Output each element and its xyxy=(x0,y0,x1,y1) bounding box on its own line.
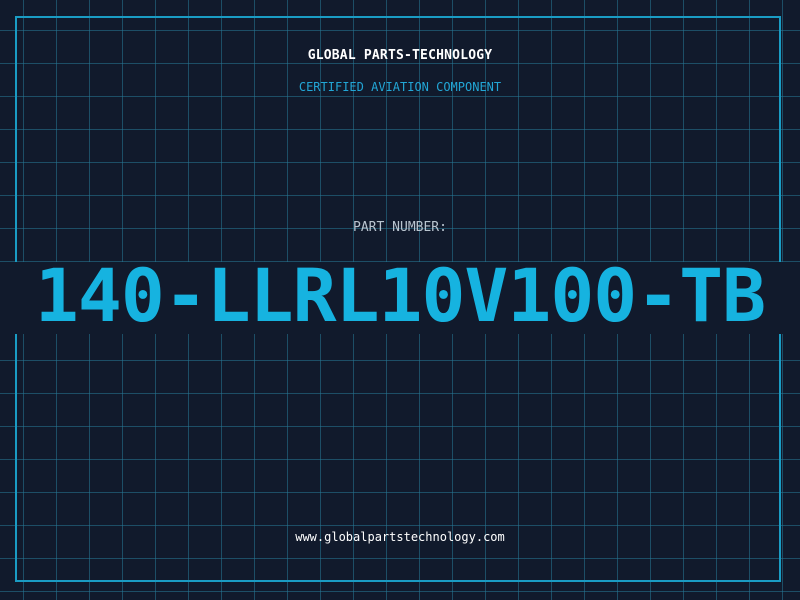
certification-tagline: CERTIFIED AVIATION COMPONENT xyxy=(298,80,502,94)
website-url: www.globalpartstechnology.com xyxy=(295,530,505,544)
part-number-label: PART NUMBER: xyxy=(353,220,447,235)
part-number-value: 140-LLRL10V100-TB xyxy=(34,254,766,339)
company-name: GLOBAL PARTS-TECHNOLOGY xyxy=(307,48,493,63)
part-card: GLOBAL PARTS-TECHNOLOGY CERTIFIED AVIATI… xyxy=(0,0,800,600)
